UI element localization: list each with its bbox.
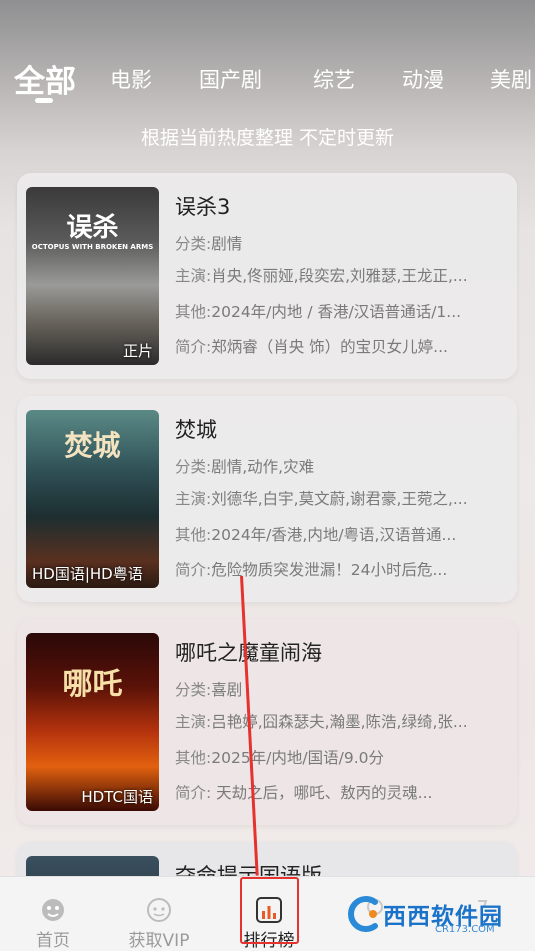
movie-poster: 误杀 OCTOPUS WITH BROKEN ARMS 正片 bbox=[26, 187, 159, 365]
movie-intro: 简介: 天劫之后，哪吒、敖丙的灵魂... bbox=[175, 784, 433, 802]
movie-title: 哪吒之魔童闹海 bbox=[175, 641, 322, 665]
vip-icon bbox=[147, 898, 171, 922]
tab-variety[interactable]: 综艺 bbox=[313, 64, 355, 94]
nav-vip[interactable]: 获取VIP bbox=[114, 877, 204, 951]
movie-category: 分类:喜剧 bbox=[175, 681, 243, 699]
movie-card[interactable]: 哪吒 HDTC国语 哪吒之魔童闹海 分类:喜剧 主演:吕艳婷,囧森瑟夫,瀚墨,陈… bbox=[17, 619, 517, 825]
annotation-highlight-box bbox=[240, 877, 299, 944]
movie-card[interactable]: 误杀 OCTOPUS WITH BROKEN ARMS 正片 误杀3 分类:剧情… bbox=[17, 173, 517, 379]
watermark-subtext: CR173.COM bbox=[435, 924, 495, 935]
tab-all[interactable]: 全部 bbox=[14, 56, 76, 101]
movie-title: 焚城 bbox=[175, 418, 217, 442]
tab-anime[interactable]: 动漫 bbox=[402, 64, 444, 94]
tab-us-drama[interactable]: 美剧 bbox=[490, 64, 532, 94]
watermark-logo-icon bbox=[348, 896, 378, 932]
movie-poster: 哪吒 HDTC国语 bbox=[26, 633, 159, 811]
poster-subtitle: OCTOPUS WITH BROKEN ARMS bbox=[31, 243, 154, 251]
site-watermark: 西西软件园 CR173.COM bbox=[345, 892, 517, 936]
tab-movie[interactable]: 电影 bbox=[110, 64, 152, 94]
movie-cast: 主演:吕艳婷,囧森瑟夫,瀚墨,陈浩,绿绮,张... bbox=[175, 713, 468, 731]
ranking-subtitle: 根据当前热度整理 不定时更新 bbox=[140, 127, 395, 149]
category-tabs: 全部 电影 国产剧 综艺 动漫 美剧 bbox=[0, 50, 535, 106]
nav-home-label: 首页 bbox=[36, 931, 70, 951]
nav-vip-label: 获取VIP bbox=[128, 931, 190, 951]
poster-title: 焚城 bbox=[64, 429, 121, 462]
movie-intro: 简介:危险物质突发泄漏！24小时后危... bbox=[175, 561, 448, 579]
movie-category: 分类:剧情 bbox=[175, 235, 243, 253]
movie-other: 其他:2025年/内地/国语/9.0分 bbox=[175, 749, 384, 767]
movie-cast: 主演:刘德华,白宇,莫文蔚,谢君豪,王菀之,... bbox=[175, 490, 468, 508]
movie-cast: 主演:肖央,佟丽娅,段奕宏,刘雅瑟,王龙正,... bbox=[175, 267, 468, 285]
quality-badge: HD国语|HD粤语 bbox=[32, 565, 143, 583]
poster-title: 误杀 bbox=[66, 213, 119, 243]
tab-domestic-drama[interactable]: 国产剧 bbox=[199, 64, 262, 94]
movie-category: 分类:剧情,动作,灾难 bbox=[175, 458, 315, 476]
movie-other: 其他:2024年/内地 / 香港/汉语普通话/1... bbox=[175, 303, 462, 321]
movie-poster: 焚城 HD国语|HD粤语 bbox=[26, 410, 159, 588]
movie-other: 其他:2024年/香港,内地/粤语,汉语普通... bbox=[175, 526, 457, 544]
quality-badge: HDTC国语 bbox=[81, 788, 153, 806]
active-tab-indicator bbox=[35, 98, 53, 103]
home-icon bbox=[42, 899, 64, 921]
movie-card[interactable]: 焚城 HD国语|HD粤语 焚城 分类:剧情,动作,灾难 主演:刘德华,白宇,莫文… bbox=[17, 396, 517, 602]
quality-badge: 正片 bbox=[122, 342, 153, 360]
poster-title: 哪吒 bbox=[62, 667, 123, 702]
movie-title: 误杀3 bbox=[175, 195, 231, 219]
nav-home[interactable]: 首页 bbox=[8, 877, 98, 951]
movie-intro: 简介:郑炳睿（肖央 饰）的宝贝女儿婷... bbox=[175, 338, 448, 356]
